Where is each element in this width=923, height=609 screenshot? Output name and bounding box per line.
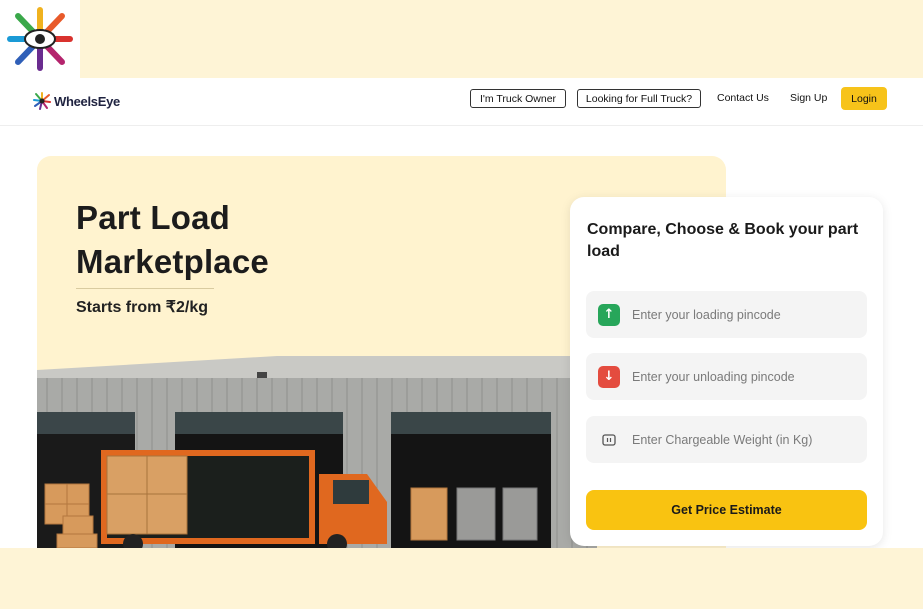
weight-field[interactable] (586, 416, 867, 463)
loading-pincode-field[interactable]: ↑ (586, 291, 867, 338)
hero-subtitle: Starts from ₹2/kg (76, 299, 208, 316)
eye-arrows-logo-icon (7, 7, 73, 71)
full-truck-button[interactable]: Looking for Full Truck? (577, 89, 701, 108)
hero-title-line2: Marketplace (76, 243, 269, 280)
hero-title: Part Load Marketplace (76, 196, 269, 284)
hero-title-line1: Part Load (76, 199, 230, 236)
unloading-pincode-input[interactable] (632, 369, 852, 384)
weight-input[interactable] (632, 432, 852, 447)
booking-card: Compare, Choose & Book your part load ↑ … (570, 197, 883, 546)
unloading-pincode-field[interactable]: ↓ (586, 353, 867, 400)
sign-up-link[interactable]: Sign Up (790, 92, 827, 104)
logo-badge (0, 0, 80, 78)
bottom-band (0, 548, 923, 609)
contact-us-link[interactable]: Contact Us (717, 92, 769, 104)
top-nav: WheelsEye I'm Truck Owner Looking for Fu… (0, 78, 923, 126)
brand-icon (33, 92, 51, 110)
login-button[interactable]: Login (841, 87, 887, 110)
booking-card-title: Compare, Choose & Book your part load (587, 221, 859, 260)
hero-divider (76, 288, 214, 289)
weight-icon (598, 429, 620, 451)
arrow-up-icon: ↑ (598, 303, 620, 326)
truck-owner-button[interactable]: I'm Truck Owner (470, 89, 566, 108)
top-banner (0, 0, 923, 78)
arrow-down-icon: ↓ (598, 365, 620, 388)
loading-pincode-input[interactable] (632, 307, 852, 322)
brand-name: WheelsEye (54, 93, 120, 109)
get-price-estimate-button[interactable]: Get Price Estimate (586, 490, 867, 530)
brand-logo[interactable]: WheelsEye (33, 90, 120, 112)
